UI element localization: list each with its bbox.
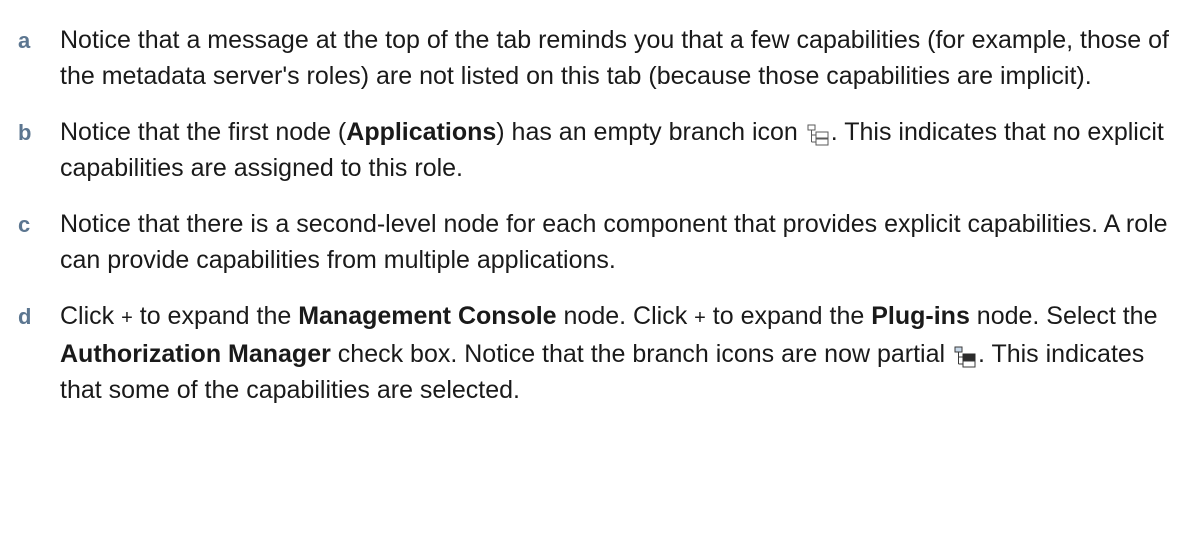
step-letter: b [18, 120, 32, 145]
expand-plus-symbol: + [121, 307, 133, 329]
step-letter: c [18, 212, 31, 237]
step-text: check box. Notice that the branch icons … [330, 340, 953, 368]
partial-branch-icon [954, 342, 976, 368]
applications-term: Applications [346, 118, 497, 146]
step-letter: d [18, 304, 32, 329]
management-console-term: Management Console [298, 302, 557, 330]
step-text: Notice that a message at the top of the … [60, 26, 1169, 90]
expand-plus-symbol: + [694, 307, 706, 329]
step-a: a Notice that a message at the top of th… [18, 22, 1178, 94]
step-letter: a [18, 28, 31, 53]
step-b: b Notice that the first node (Applicatio… [18, 114, 1178, 186]
plug-ins-term: Plug-ins [871, 302, 970, 330]
step-c: c Notice that there is a second-level no… [18, 206, 1178, 278]
empty-branch-icon [807, 120, 829, 146]
step-d: d Click + to expand the Management Conso… [18, 298, 1178, 408]
step-text: ) has an empty branch icon [496, 118, 805, 146]
step-text: node. Click [556, 302, 695, 330]
step-text: to expand the [132, 302, 299, 330]
step-text: node. Select the [969, 302, 1158, 330]
step-text: Notice that there is a second-level node… [60, 210, 1168, 274]
step-text: Click [60, 302, 122, 330]
step-text: Notice that the first node ( [60, 118, 347, 146]
authorization-manager-term: Authorization Manager [60, 340, 331, 368]
instruction-steps: a Notice that a message at the top of th… [18, 0, 1178, 428]
step-text: to expand the [705, 302, 872, 330]
